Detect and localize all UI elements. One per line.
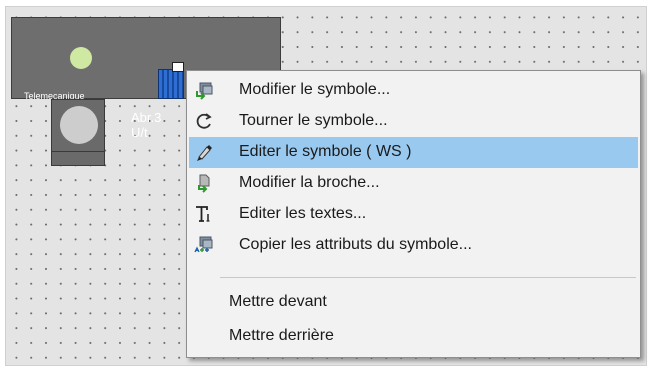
edit-pen-icon: [194, 142, 214, 162]
terminal-connector[interactable]: [158, 62, 184, 99]
menu-item-editer-symbole-ws[interactable]: Editer le symbole ( WS ): [189, 137, 638, 168]
menu-item-mettre-derriere[interactable]: Mettre derrière: [189, 321, 638, 352]
reference-line-2: U/t: [131, 125, 148, 140]
modify-symbol-icon: [194, 80, 214, 100]
reference-line-1: Abr.3: [131, 110, 162, 125]
menu-item-label: Editer les textes...: [239, 205, 367, 222]
copy-attributes-icon: [194, 235, 214, 255]
menu-item-label: Mettre devant: [229, 293, 327, 310]
menu-item-label: Editer le symbole ( WS ): [239, 143, 412, 160]
symbol-reference-text: Abr.3 U/t: [131, 110, 161, 140]
menu-item-label: Copier les attributs du symbole...: [239, 236, 472, 253]
rotate-icon: [194, 111, 214, 131]
menu-item-label: Mettre derrière: [229, 327, 334, 344]
indicator-led-icon: [70, 47, 92, 69]
menu-item-mettre-devant[interactable]: Mettre devant: [189, 287, 638, 318]
sub-symbol-block[interactable]: [51, 99, 105, 166]
round-element-icon: [60, 106, 98, 144]
menu-item-editer-textes[interactable]: Editer les textes...: [189, 199, 638, 230]
connector-cap: [172, 62, 184, 72]
text-icon: [194, 204, 214, 224]
menu-item-label: Modifier la broche...: [239, 174, 380, 191]
divider: [52, 151, 104, 152]
menu-item-modifier-broche[interactable]: Modifier la broche...: [189, 168, 638, 199]
menu-item-modifier-symbole[interactable]: Modifier le symbole...: [189, 75, 638, 106]
menu-item-label: Tourner le symbole...: [239, 112, 388, 129]
menu-item-label: Modifier le symbole...: [239, 81, 391, 98]
menu-separator: [220, 277, 636, 278]
menu-item-tourner-symbole[interactable]: Tourner le symbole...: [189, 106, 638, 137]
menu-item-copier-attributs[interactable]: Copier les attributs du symbole...: [189, 230, 638, 261]
modify-pin-icon: [194, 173, 214, 193]
context-menu: Modifier le symbole... Tourner le symbol…: [186, 70, 641, 358]
